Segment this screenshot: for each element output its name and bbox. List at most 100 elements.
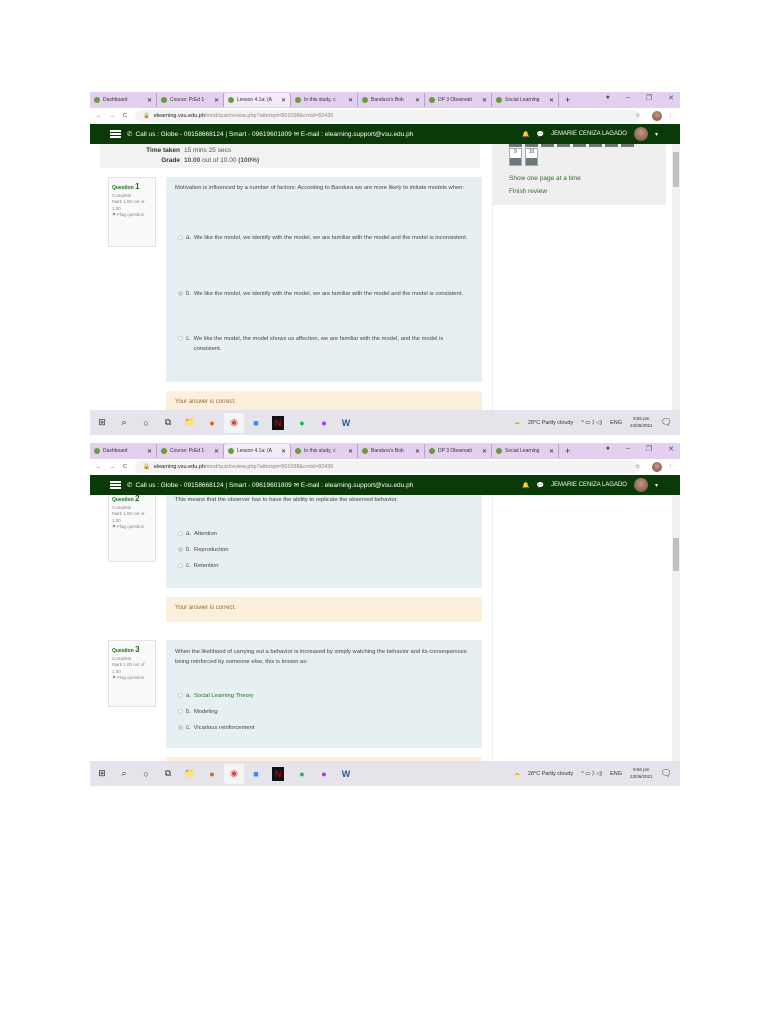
radio-button[interactable] bbox=[178, 563, 183, 568]
browser-tab[interactable]: Social Learning ✕ bbox=[492, 93, 559, 107]
clock[interactable]: 9:56 pm 23/06/2021 bbox=[630, 767, 653, 780]
question-nav-button[interactable] bbox=[573, 144, 586, 147]
user-name[interactable]: JEMARIE CENIZA LAGADO bbox=[551, 482, 627, 488]
windows-start-icon[interactable]: ⊞ bbox=[92, 764, 112, 784]
zoom-icon[interactable]: ■ bbox=[246, 764, 266, 784]
question-nav-button[interactable] bbox=[589, 144, 602, 147]
weather-text[interactable]: 28°C Partly cloudy bbox=[528, 420, 573, 426]
browser-tab[interactable]: Social Learning ✕ bbox=[492, 444, 559, 458]
browser-tab[interactable]: Lesson 4.1a: (A ✕ bbox=[224, 93, 291, 107]
close-tab-icon[interactable]: ✕ bbox=[415, 448, 420, 455]
radio-button[interactable] bbox=[178, 547, 183, 552]
minimize-icon[interactable]: – bbox=[626, 94, 630, 102]
new-tab-button[interactable]: + bbox=[565, 95, 570, 105]
task-view-icon[interactable]: ⧉ bbox=[158, 413, 178, 433]
language-indicator[interactable]: ENG bbox=[610, 771, 622, 777]
close-tab-icon[interactable]: ✕ bbox=[147, 448, 152, 455]
spotify-icon[interactable]: ● bbox=[292, 413, 312, 433]
finish-review-link[interactable]: Finish review bbox=[509, 188, 547, 195]
answer-option[interactable]: c. We like the model, the model shows us … bbox=[178, 334, 470, 354]
user-avatar[interactable] bbox=[633, 127, 648, 141]
minimize-icon[interactable]: – bbox=[626, 445, 630, 453]
reload-icon[interactable]: C bbox=[123, 464, 127, 470]
flag-question-link[interactable]: ⚑ Flag question bbox=[112, 212, 152, 219]
question-nav-10[interactable]: 10 bbox=[525, 148, 538, 166]
new-tab-button[interactable]: + bbox=[565, 446, 570, 456]
browser-tab[interactable]: Course: PrEd 1 ✕ bbox=[157, 93, 224, 107]
restore-icon[interactable]: ❐ bbox=[646, 445, 652, 453]
close-tab-icon[interactable]: ✕ bbox=[147, 97, 152, 104]
back-icon[interactable]: ← bbox=[96, 464, 102, 470]
answer-option[interactable]: c. Retention bbox=[178, 561, 470, 572]
answer-option[interactable]: a. We like the model, we identify with th… bbox=[178, 233, 470, 244]
forward-icon[interactable]: → bbox=[110, 464, 116, 470]
close-window-icon[interactable]: ✕ bbox=[668, 94, 674, 102]
answer-option[interactable]: b. We like the model, we identify with th… bbox=[178, 289, 470, 300]
close-tab-icon[interactable]: ✕ bbox=[549, 97, 554, 104]
question-nav-button[interactable] bbox=[557, 144, 570, 147]
url-input[interactable]: 🔒 elearning.vsu.edu.ph/mod/quiz/review.ph… bbox=[134, 461, 640, 473]
close-tab-icon[interactable]: ✕ bbox=[415, 97, 420, 104]
question-nav-button[interactable] bbox=[621, 144, 634, 147]
zoom-icon[interactable]: ■ bbox=[246, 413, 266, 433]
answer-option[interactable]: a. Attention bbox=[178, 529, 470, 540]
file-explorer-icon[interactable]: 📁 bbox=[180, 764, 200, 784]
browser-tab[interactable]: Dashboard ✕ bbox=[90, 93, 157, 107]
browser-tab[interactable]: Course: PrEd 1 ✕ bbox=[157, 444, 224, 458]
notifications-icon[interactable]: 🗨 bbox=[661, 768, 672, 779]
chrome-icon[interactable]: ◉ bbox=[224, 763, 244, 784]
browser-tab[interactable]: In this study, c ✕ bbox=[291, 93, 358, 107]
forward-icon[interactable]: → bbox=[110, 113, 116, 119]
question-nav-button[interactable] bbox=[541, 144, 554, 147]
cortana-icon[interactable]: ○ bbox=[136, 764, 156, 784]
user-name[interactable]: JEMARIE CENIZA LAGADO bbox=[551, 131, 627, 137]
chevron-down-icon[interactable]: ▾ bbox=[655, 482, 658, 489]
question-nav-button[interactable] bbox=[605, 144, 618, 147]
netflix-icon[interactable]: N bbox=[272, 766, 284, 781]
word-icon[interactable]: W bbox=[336, 764, 356, 784]
answer-option[interactable]: c. Vicarious reinforcement bbox=[178, 723, 470, 734]
close-window-icon[interactable]: ✕ bbox=[668, 445, 674, 453]
reload-icon[interactable]: C bbox=[123, 113, 127, 119]
scrollbar[interactable] bbox=[672, 495, 680, 761]
hamburger-menu-icon[interactable] bbox=[110, 130, 121, 138]
user-avatar[interactable] bbox=[633, 478, 648, 492]
url-input[interactable]: 🔒 elearning.vsu.edu.ph/mod/quiz/review.ph… bbox=[134, 110, 640, 122]
close-tab-icon[interactable]: ✕ bbox=[549, 448, 554, 455]
language-indicator[interactable]: ENG bbox=[610, 420, 622, 426]
flag-question-link[interactable]: ⚑ Flag question bbox=[112, 524, 152, 531]
file-explorer-icon[interactable]: 📁 bbox=[180, 413, 200, 433]
notification-bell-icon[interactable]: 🔔 bbox=[522, 482, 529, 489]
browser-tab[interactable]: Dashboard ✕ bbox=[90, 444, 157, 458]
close-tab-icon[interactable]: ✕ bbox=[281, 97, 286, 104]
radio-button[interactable] bbox=[178, 291, 183, 296]
search-icon[interactable]: ⌕ bbox=[114, 413, 134, 433]
tray-icons[interactable]: ^ ▭ ⁒ ◁) bbox=[581, 420, 602, 426]
radio-button[interactable] bbox=[178, 725, 183, 730]
radio-button[interactable] bbox=[178, 336, 183, 341]
chevron-down-icon[interactable]: ▾ bbox=[655, 131, 658, 138]
messages-icon[interactable]: 💬 bbox=[536, 482, 543, 489]
answer-option[interactable]: b. Modeling bbox=[178, 707, 470, 718]
answer-option[interactable]: b. Reproduction bbox=[178, 545, 470, 556]
hamburger-menu-icon[interactable] bbox=[110, 481, 121, 489]
show-one-page-link[interactable]: Show one page at a time bbox=[509, 175, 581, 182]
messages-icon[interactable]: 💬 bbox=[536, 131, 543, 138]
notifications-icon[interactable]: 🗨 bbox=[661, 417, 672, 428]
close-tab-icon[interactable]: ✕ bbox=[214, 448, 219, 455]
close-tab-icon[interactable]: ✕ bbox=[348, 448, 353, 455]
word-icon[interactable]: W bbox=[336, 413, 356, 433]
menu-icon[interactable]: ⋮ bbox=[668, 464, 674, 470]
question-nav-button[interactable] bbox=[525, 144, 538, 147]
messenger-icon[interactable]: ● bbox=[314, 764, 334, 784]
notification-bell-icon[interactable]: 🔔 bbox=[522, 131, 529, 138]
flag-question-link[interactable]: ⚑ Flag question bbox=[112, 675, 152, 682]
firefox-icon[interactable]: ● bbox=[202, 764, 222, 784]
browser-tab[interactable]: In this study, c ✕ bbox=[291, 444, 358, 458]
account-icon[interactable]: ● bbox=[606, 445, 610, 453]
account-icon[interactable]: ● bbox=[606, 94, 610, 102]
close-tab-icon[interactable]: ✕ bbox=[482, 97, 487, 104]
answer-option[interactable]: a. Social Learning Theory bbox=[178, 691, 470, 702]
messenger-icon[interactable]: ● bbox=[314, 413, 334, 433]
windows-start-icon[interactable]: ⊞ bbox=[92, 413, 112, 433]
